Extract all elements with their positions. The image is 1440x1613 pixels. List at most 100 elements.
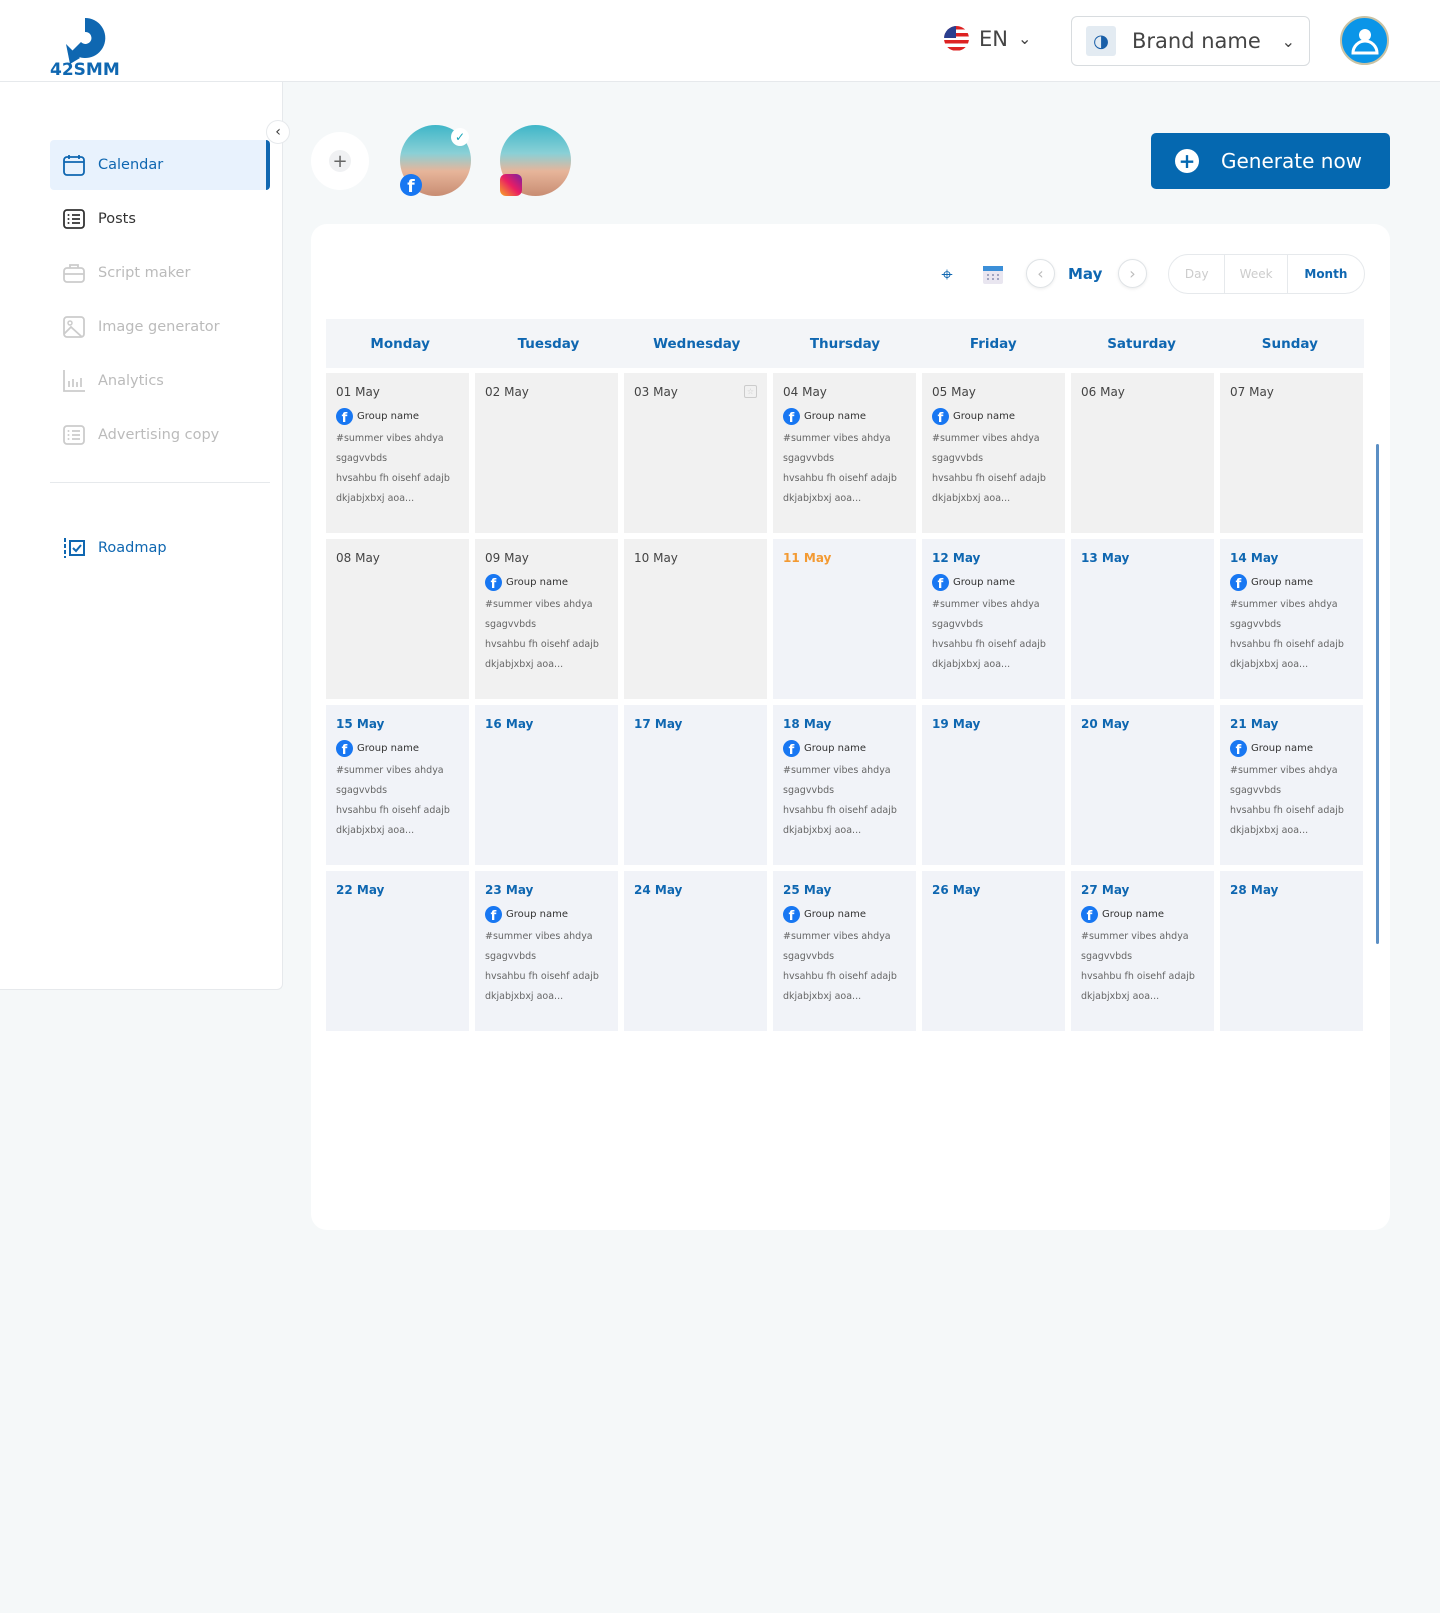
facebook-icon: f <box>783 906 800 923</box>
post-text: dkjabjxbxj aoa... <box>932 493 1011 504</box>
brand-name: Brand name <box>1132 29 1261 53</box>
day-cell[interactable]: 21 May f Group name #summer vibes ahdya sgag… <box>1220 705 1363 865</box>
scrollbar[interactable] <box>1376 444 1379 944</box>
post-text: hvsahbu fh oisehf adajb <box>485 971 599 982</box>
sidebar-item-image-generator[interactable]: Image generator <box>50 302 270 352</box>
day-cell[interactable]: 02 May <box>475 373 618 533</box>
day-cell[interactable]: 27 May f Group name #summer vibes ahdya sgag… <box>1071 871 1214 1031</box>
day-cell[interactable]: 26 May <box>922 871 1065 1031</box>
sidebar-item-posts[interactable]: Posts <box>50 194 270 244</box>
post-text: sgagvvbds <box>783 785 835 796</box>
language-selector[interactable]: EN ⌄ <box>944 26 1031 51</box>
sidebar-item-analytics[interactable]: Analytics <box>50 356 270 406</box>
sidebar-item-calendar[interactable]: Calendar <box>50 140 270 190</box>
post-text: #summer vibes ahdya <box>932 599 1040 610</box>
facebook-icon: f <box>783 408 800 425</box>
day-date: 17 May <box>634 717 683 731</box>
day-date: 16 May <box>485 717 534 731</box>
brand-selector[interactable]: ◑ Brand name ⌄ <box>1071 16 1310 66</box>
date-picker-button[interactable] <box>981 254 1005 294</box>
instagram-icon <box>500 174 522 196</box>
day-date: 19 May <box>932 717 981 731</box>
post-group[interactable]: f Group name <box>783 906 906 923</box>
view-week[interactable]: Week <box>1225 255 1288 293</box>
day-cell[interactable]: 07 May <box>1220 373 1363 533</box>
post-text: sgagvvbds <box>336 785 388 796</box>
day-cell[interactable]: 22 May <box>326 871 469 1031</box>
account-facebook[interactable]: f ✓ <box>400 125 471 196</box>
day-cell[interactable]: 08 May <box>326 539 469 699</box>
next-month-button[interactable]: › <box>1118 259 1147 288</box>
post-group[interactable]: f Group name <box>485 906 608 923</box>
account-instagram[interactable] <box>500 125 571 196</box>
day-cell[interactable]: 11 May <box>773 539 916 699</box>
day-cell[interactable]: 01 May f Group name #summer vibes ahdya sgag… <box>326 373 469 533</box>
day-cell[interactable]: 15 May f Group name #summer vibes ahdya sgag… <box>326 705 469 865</box>
post-group[interactable]: f Group name <box>783 408 906 425</box>
day-date: 28 May <box>1230 883 1279 897</box>
group-name: Group name <box>357 411 419 422</box>
previous-month-button[interactable]: ‹ <box>1026 259 1055 288</box>
day-cell[interactable]: 24 May <box>624 871 767 1031</box>
day-cell[interactable]: 25 May f Group name #summer vibes ahdya sgag… <box>773 871 916 1031</box>
post-text: sgagvvbds <box>1230 619 1282 630</box>
post-group[interactable]: f Group name <box>336 740 459 757</box>
chevron-left-icon: ‹ <box>275 124 281 140</box>
sidebar-item-advertising-copy[interactable]: Advertising copy <box>50 410 270 460</box>
post-text: hvsahbu fh oisehf adajb <box>1230 805 1344 816</box>
facebook-icon: f <box>932 574 949 591</box>
day-date: 18 May <box>783 717 832 731</box>
day-cell[interactable]: 13 May <box>1071 539 1214 699</box>
post-text: #summer vibes ahdya <box>336 765 444 776</box>
post-group[interactable]: f Group name <box>932 574 1055 591</box>
group-name: Group name <box>357 743 419 754</box>
post-group[interactable]: f Group name <box>1081 906 1204 923</box>
day-cell[interactable]: 09 May f Group name #summer vibes ahdya sgag… <box>475 539 618 699</box>
sidebar-divider <box>50 482 270 483</box>
day-cell[interactable]: 06 May <box>1071 373 1214 533</box>
post-group[interactable]: f Group name <box>783 740 906 757</box>
post-text: #summer vibes ahdya <box>485 931 593 942</box>
day-cell[interactable]: 12 May f Group name #summer vibes ahdya sgag… <box>922 539 1065 699</box>
add-account-button[interactable]: + <box>311 132 369 190</box>
weekday-friday: Friday <box>969 335 1017 352</box>
day-date: 27 May <box>1081 883 1130 897</box>
day-cell[interactable]: 10 May <box>624 539 767 699</box>
sidebar-item-label: Analytics <box>98 373 164 389</box>
post-group[interactable]: f Group name <box>932 408 1055 425</box>
weekday-header: Monday Tuesday Wednesday Thursday Friday Satu… <box>326 319 1364 368</box>
sidebar-item-roadmap[interactable]: Roadmap <box>50 523 270 573</box>
post-text: hvsahbu fh oisehf adajb <box>932 473 1046 484</box>
chevron-left-icon: ‹ <box>1037 264 1044 283</box>
facebook-icon: f <box>783 740 800 757</box>
user-avatar[interactable] <box>1340 16 1389 65</box>
day-cell[interactable]: 05 May f Group name #summer vibes ahdya sgag… <box>922 373 1065 533</box>
post-group[interactable]: f Group name <box>1230 574 1353 591</box>
day-cell[interactable]: 18 May f Group name #summer vibes ahdya sgag… <box>773 705 916 865</box>
post-group[interactable]: f Group name <box>336 408 459 425</box>
sidebar-item-script-maker[interactable]: Script maker <box>50 248 270 298</box>
generate-label: Generate now <box>1221 149 1363 173</box>
day-cell[interactable]: 17 May <box>624 705 767 865</box>
group-name: Group name <box>804 909 866 920</box>
day-cell[interactable]: 19 May <box>922 705 1065 865</box>
day-cell[interactable]: 04 May f Group name #summer vibes ahdya sgag… <box>773 373 916 533</box>
post-group[interactable]: f Group name <box>485 574 608 591</box>
add-post-icon[interactable]: ☆ <box>744 385 757 398</box>
post-group[interactable]: f Group name <box>1230 740 1353 757</box>
weekday-monday: Monday <box>370 335 430 352</box>
day-cell[interactable]: 28 May <box>1220 871 1363 1031</box>
day-cell[interactable]: 23 May f Group name #summer vibes ahdya sgag… <box>475 871 618 1031</box>
day-date: 02 May <box>485 385 529 399</box>
locate-today-button[interactable]: ⌖ <box>935 254 959 294</box>
view-month[interactable]: Month <box>1288 255 1364 293</box>
day-cell[interactable]: 20 May <box>1071 705 1214 865</box>
day-cell[interactable]: 14 May f Group name #summer vibes ahdya sgag… <box>1220 539 1363 699</box>
day-date: 07 May <box>1230 385 1274 399</box>
day-cell[interactable]: 16 May <box>475 705 618 865</box>
day-date: 22 May <box>336 883 385 897</box>
collapse-sidebar-button[interactable]: ‹ <box>266 120 290 144</box>
view-day[interactable]: Day <box>1169 255 1226 293</box>
generate-now-button[interactable]: + Generate now <box>1151 133 1390 189</box>
day-cell[interactable]: 03 May ☆ <box>624 373 767 533</box>
